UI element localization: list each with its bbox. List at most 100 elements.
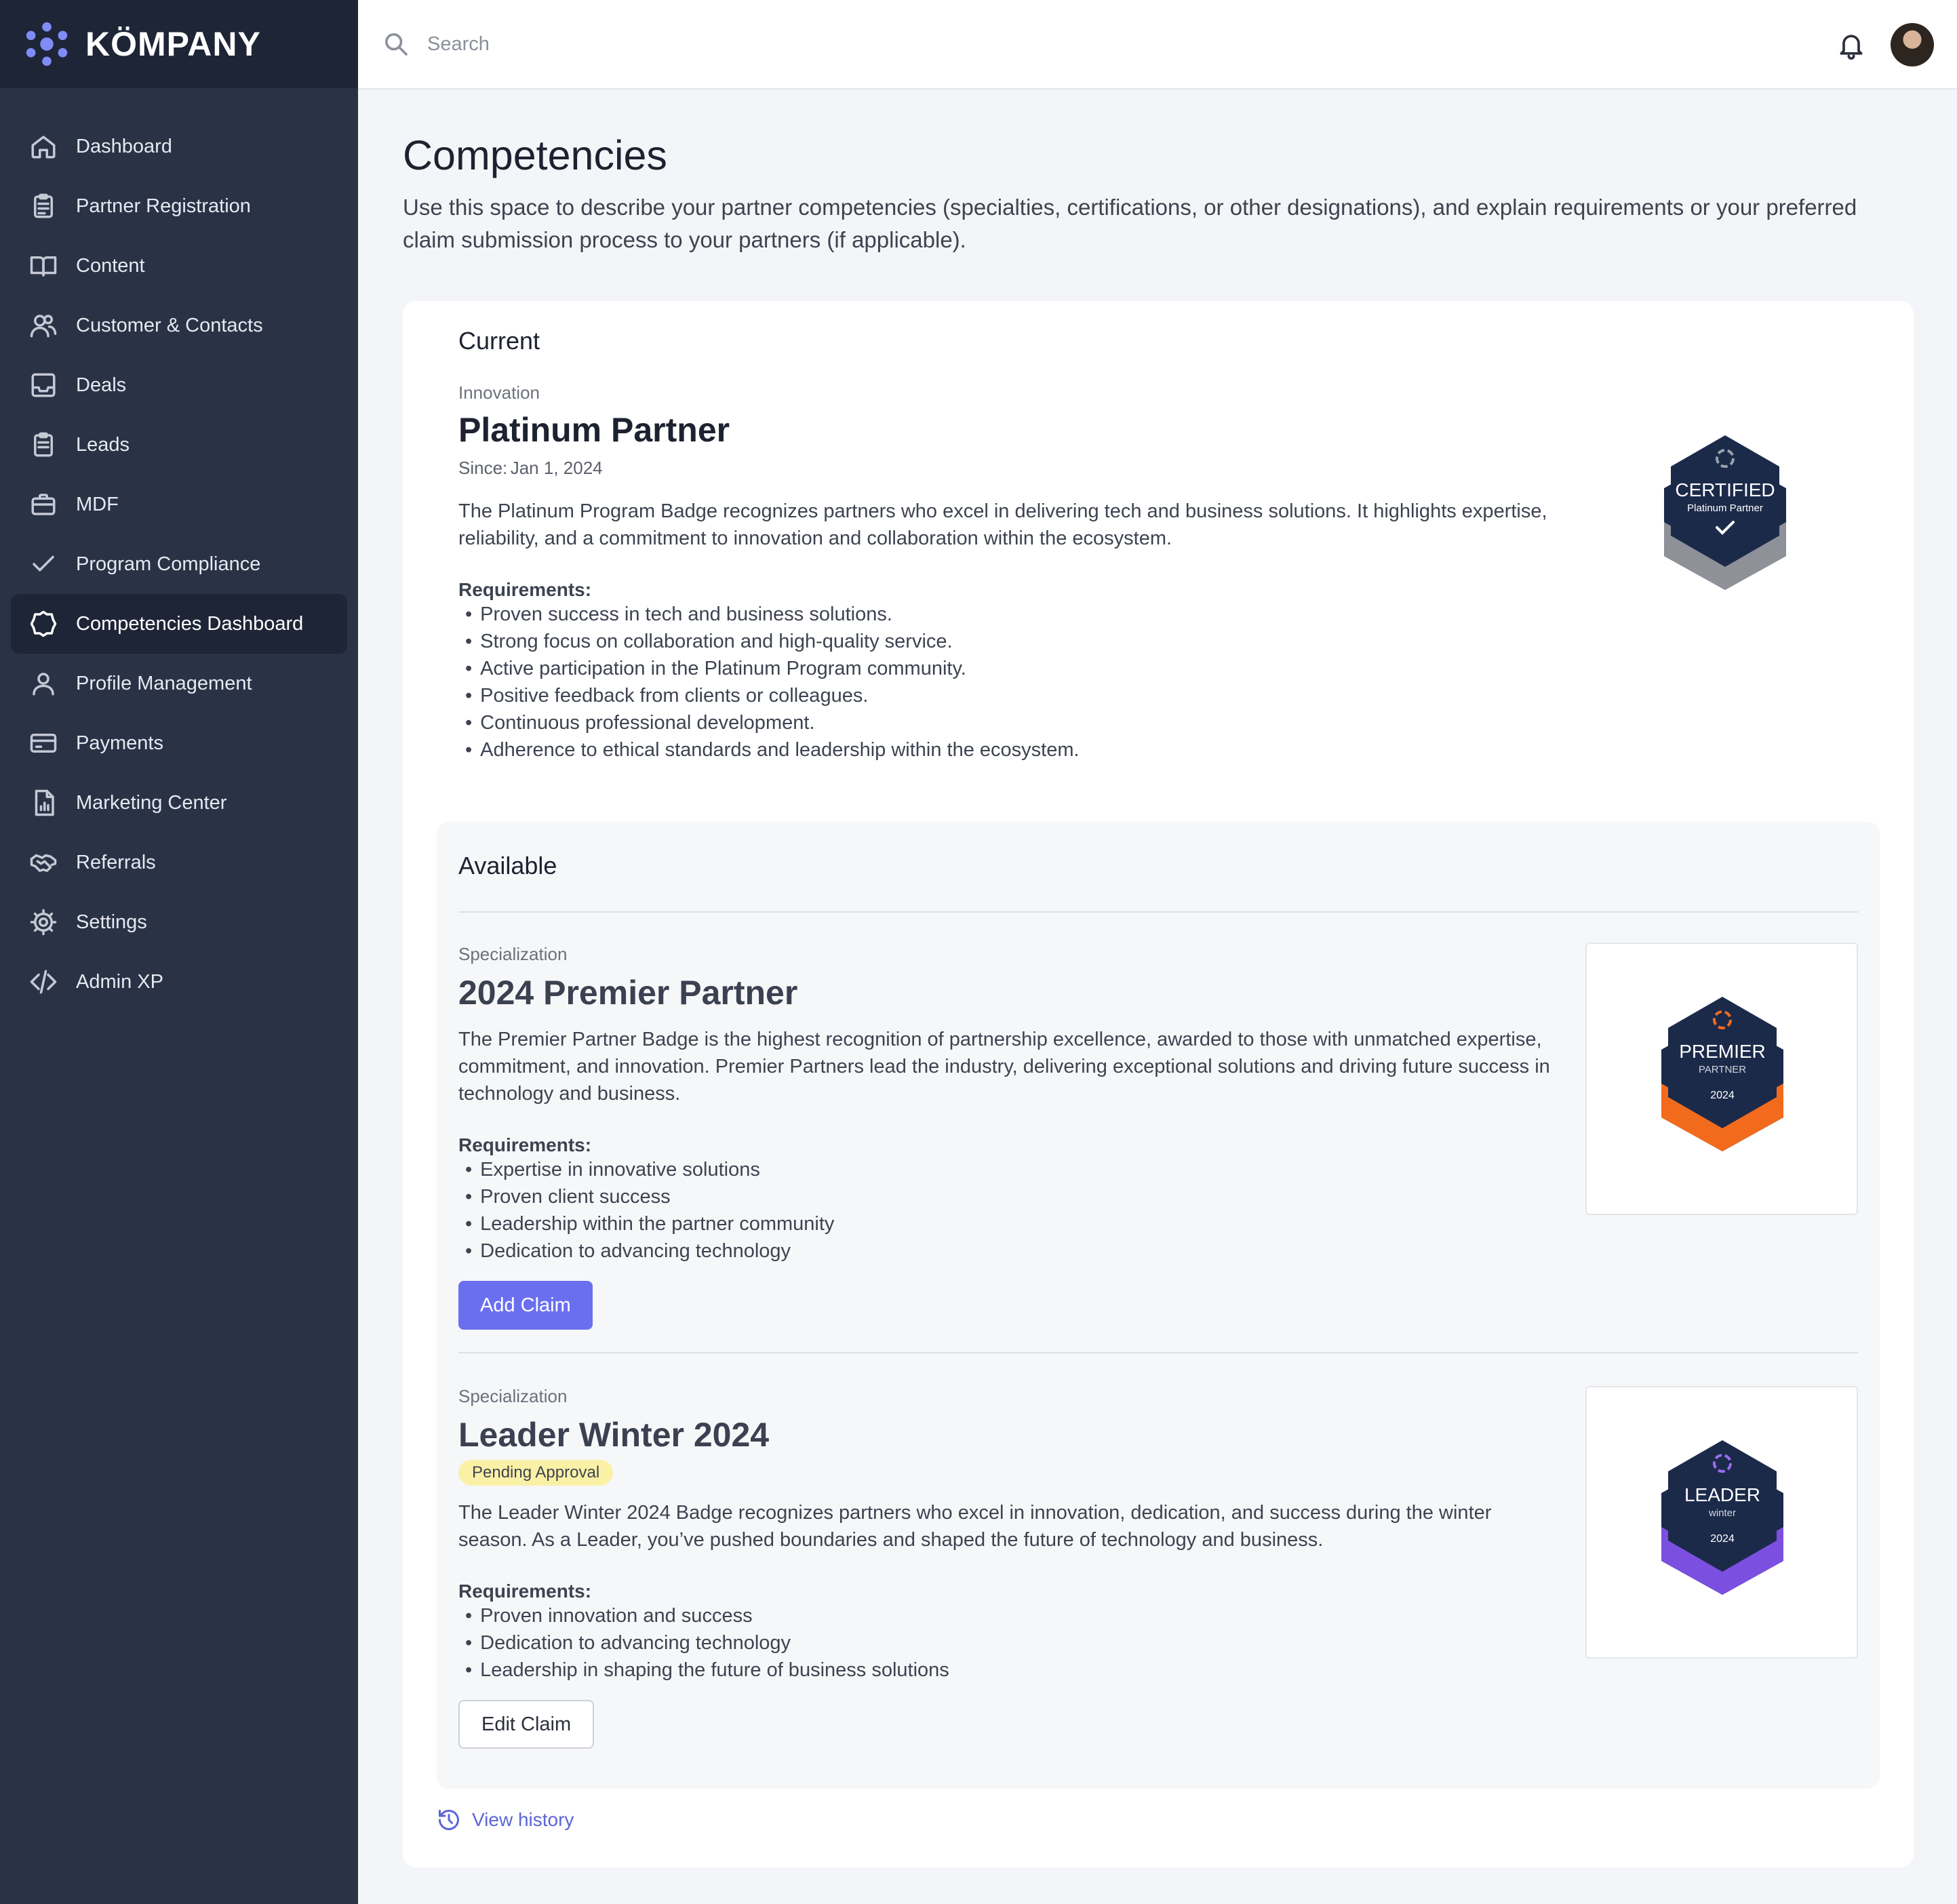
search-input[interactable] [427,33,1377,56]
sidebar-item-marketing-center[interactable]: Marketing Center [11,773,347,833]
badge-icon [28,609,58,639]
sidebar-item-label: Admin XP [76,970,163,993]
sidebar-item-referrals[interactable]: Referrals [11,833,347,892]
since-line: Since: Jan 1, 2024 [458,458,1855,479]
sidebar-item-label: Settings [76,911,147,933]
premier-badge-line2: PARTNER [1699,1064,1746,1075]
competency-description: The Premier Partner Badge is the highest… [458,1029,1550,1105]
premier-badge-icon: PREMIER PARTNER 2024 [1661,997,1783,1151]
page-title: Competencies [403,132,667,178]
requirements-label: Requirements: [458,579,592,600]
leader-badge-year: 2024 [1710,1533,1735,1545]
sidebar: KÖMPANY Dashboard Partner Registration C… [0,0,358,1904]
bell-icon[interactable] [1836,30,1866,60]
requirement-item: Leadership in shaping the future of busi… [458,1657,1577,1684]
sidebar-item-settings[interactable]: Settings [11,892,347,952]
requirement-item: Positive feedback from clients or collea… [458,682,1855,709]
home-icon [28,132,58,161]
requirements-label: Requirements: [458,1581,592,1602]
sidebar-item-deals[interactable]: Deals [11,355,347,415]
available-section-title: Available [458,852,557,879]
competency-category: Innovation [458,382,540,403]
avatar[interactable] [1891,23,1934,66]
code-icon [28,967,58,997]
sidebar-item-leads[interactable]: Leads [11,415,347,475]
sidebar-item-label: Referrals [76,851,156,873]
certified-badge-line2: Platinum Partner [1687,502,1763,514]
requirement-item: Strong focus on collaboration and high-q… [458,628,1855,655]
sidebar-item-label: Partner Registration [76,195,251,217]
competency-item: Specialization 2024 Premier Partner The … [458,944,1577,1330]
competencies-card: Current Innovation Platinum Partner Sinc… [403,301,1914,1867]
requirement-item: Dedication to advancing technology [458,1237,1577,1265]
check-icon [28,549,58,579]
requirements-list: Proven innovation and success Dedication… [458,1602,1577,1684]
sidebar-item-payments[interactable]: Payments [11,713,347,773]
requirements-list: Expertise in innovative solutions Proven… [458,1156,1577,1265]
clipboard-list-icon [28,430,58,460]
leader-badge-line1: LEADER [1684,1484,1760,1505]
certified-badge-line1: CERTIFIED [1675,479,1775,500]
competency-category: Specialization [458,1386,568,1406]
sidebar-item-content[interactable]: Content [11,236,347,296]
sidebar-item-label: Customer & Contacts [76,314,263,336]
handshake-icon [28,848,58,877]
current-section-title: Current [458,327,540,355]
sidebar-item-dashboard[interactable]: Dashboard [11,117,347,176]
clipboard-icon [28,191,58,221]
sidebar-item-program-compliance[interactable]: Program Compliance [11,534,347,594]
chart-document-icon [28,788,58,818]
premier-badge-year: 2024 [1710,1090,1735,1101]
current-section: Current Innovation Platinum Partner Sinc… [458,327,1855,763]
premier-badge-line1: PREMIER [1679,1041,1766,1062]
leader-badge-icon: LEADER winter 2024 [1661,1440,1783,1595]
sidebar-item-label: Profile Management [76,672,252,694]
requirement-item: Proven client success [458,1183,1577,1210]
competency-title: Leader Winter 2024 [458,1416,770,1454]
since-value: Jan 1, 2024 [510,458,603,478]
requirement-item: Proven success in tech and business solu… [458,601,1855,628]
inbox-icon [28,370,58,400]
user-icon [28,669,58,698]
sidebar-item-profile-management[interactable]: Profile Management [11,654,347,713]
requirement-item: Adherence to ethical standards and leade… [458,736,1855,763]
status-badge: Pending Approval [458,1460,614,1486]
sidebar-item-mdf[interactable]: MDF [11,475,347,534]
sidebar-item-label: MDF [76,493,119,515]
competency-description: The Platinum Program Badge recognizes pa… [458,500,1547,549]
sidebar-nav: Dashboard Partner Registration Content C… [0,88,358,1012]
add-claim-button[interactable]: Add Claim [458,1281,593,1330]
brand-header[interactable]: KÖMPANY [0,0,358,88]
sidebar-item-label: Dashboard [76,135,172,157]
view-history-link[interactable]: View history [437,1808,574,1832]
brand-logo-icon [26,22,68,66]
view-history-label: View history [472,1809,574,1830]
sidebar-item-label: Payments [76,732,163,754]
competency-title: 2024 Premier Partner [458,974,798,1012]
main-content: Competencies Use this space to describe … [403,90,1914,1867]
briefcase-icon [28,490,58,519]
brand-name: KÖMPANY [85,25,261,63]
search-icon [385,33,408,56]
competency-category: Specialization [458,944,568,964]
page-description: Use this space to describe your partner … [403,195,1857,252]
requirements-label: Requirements: [458,1134,592,1155]
requirement-item: Active participation in the Platinum Pro… [458,655,1855,682]
leader-badge-card: LEADER winter 2024 [1585,1386,1858,1659]
divider [458,911,1858,913]
sidebar-item-label: Leads [76,433,130,456]
divider [458,1352,1858,1353]
top-bar [358,0,1957,90]
gear-icon [28,907,58,937]
sidebar-item-partner-registration[interactable]: Partner Registration [11,176,347,236]
sidebar-item-competencies-dashboard[interactable]: Competencies Dashboard [11,594,347,654]
since-label: Since: [458,458,508,478]
sidebar-item-customer-contacts[interactable]: Customer & Contacts [11,296,347,355]
book-icon [28,251,58,281]
edit-claim-button[interactable]: Edit Claim [458,1700,595,1749]
leader-badge-line2: winter [1708,1507,1736,1519]
requirements-list: Proven success in tech and business solu… [458,601,1855,763]
sidebar-item-admin-xp[interactable]: Admin XP [11,952,347,1012]
requirement-item: Leadership within the partner community [458,1210,1577,1237]
competency-item: Specialization Leader Winter 2024 Pendin… [458,1386,1577,1749]
